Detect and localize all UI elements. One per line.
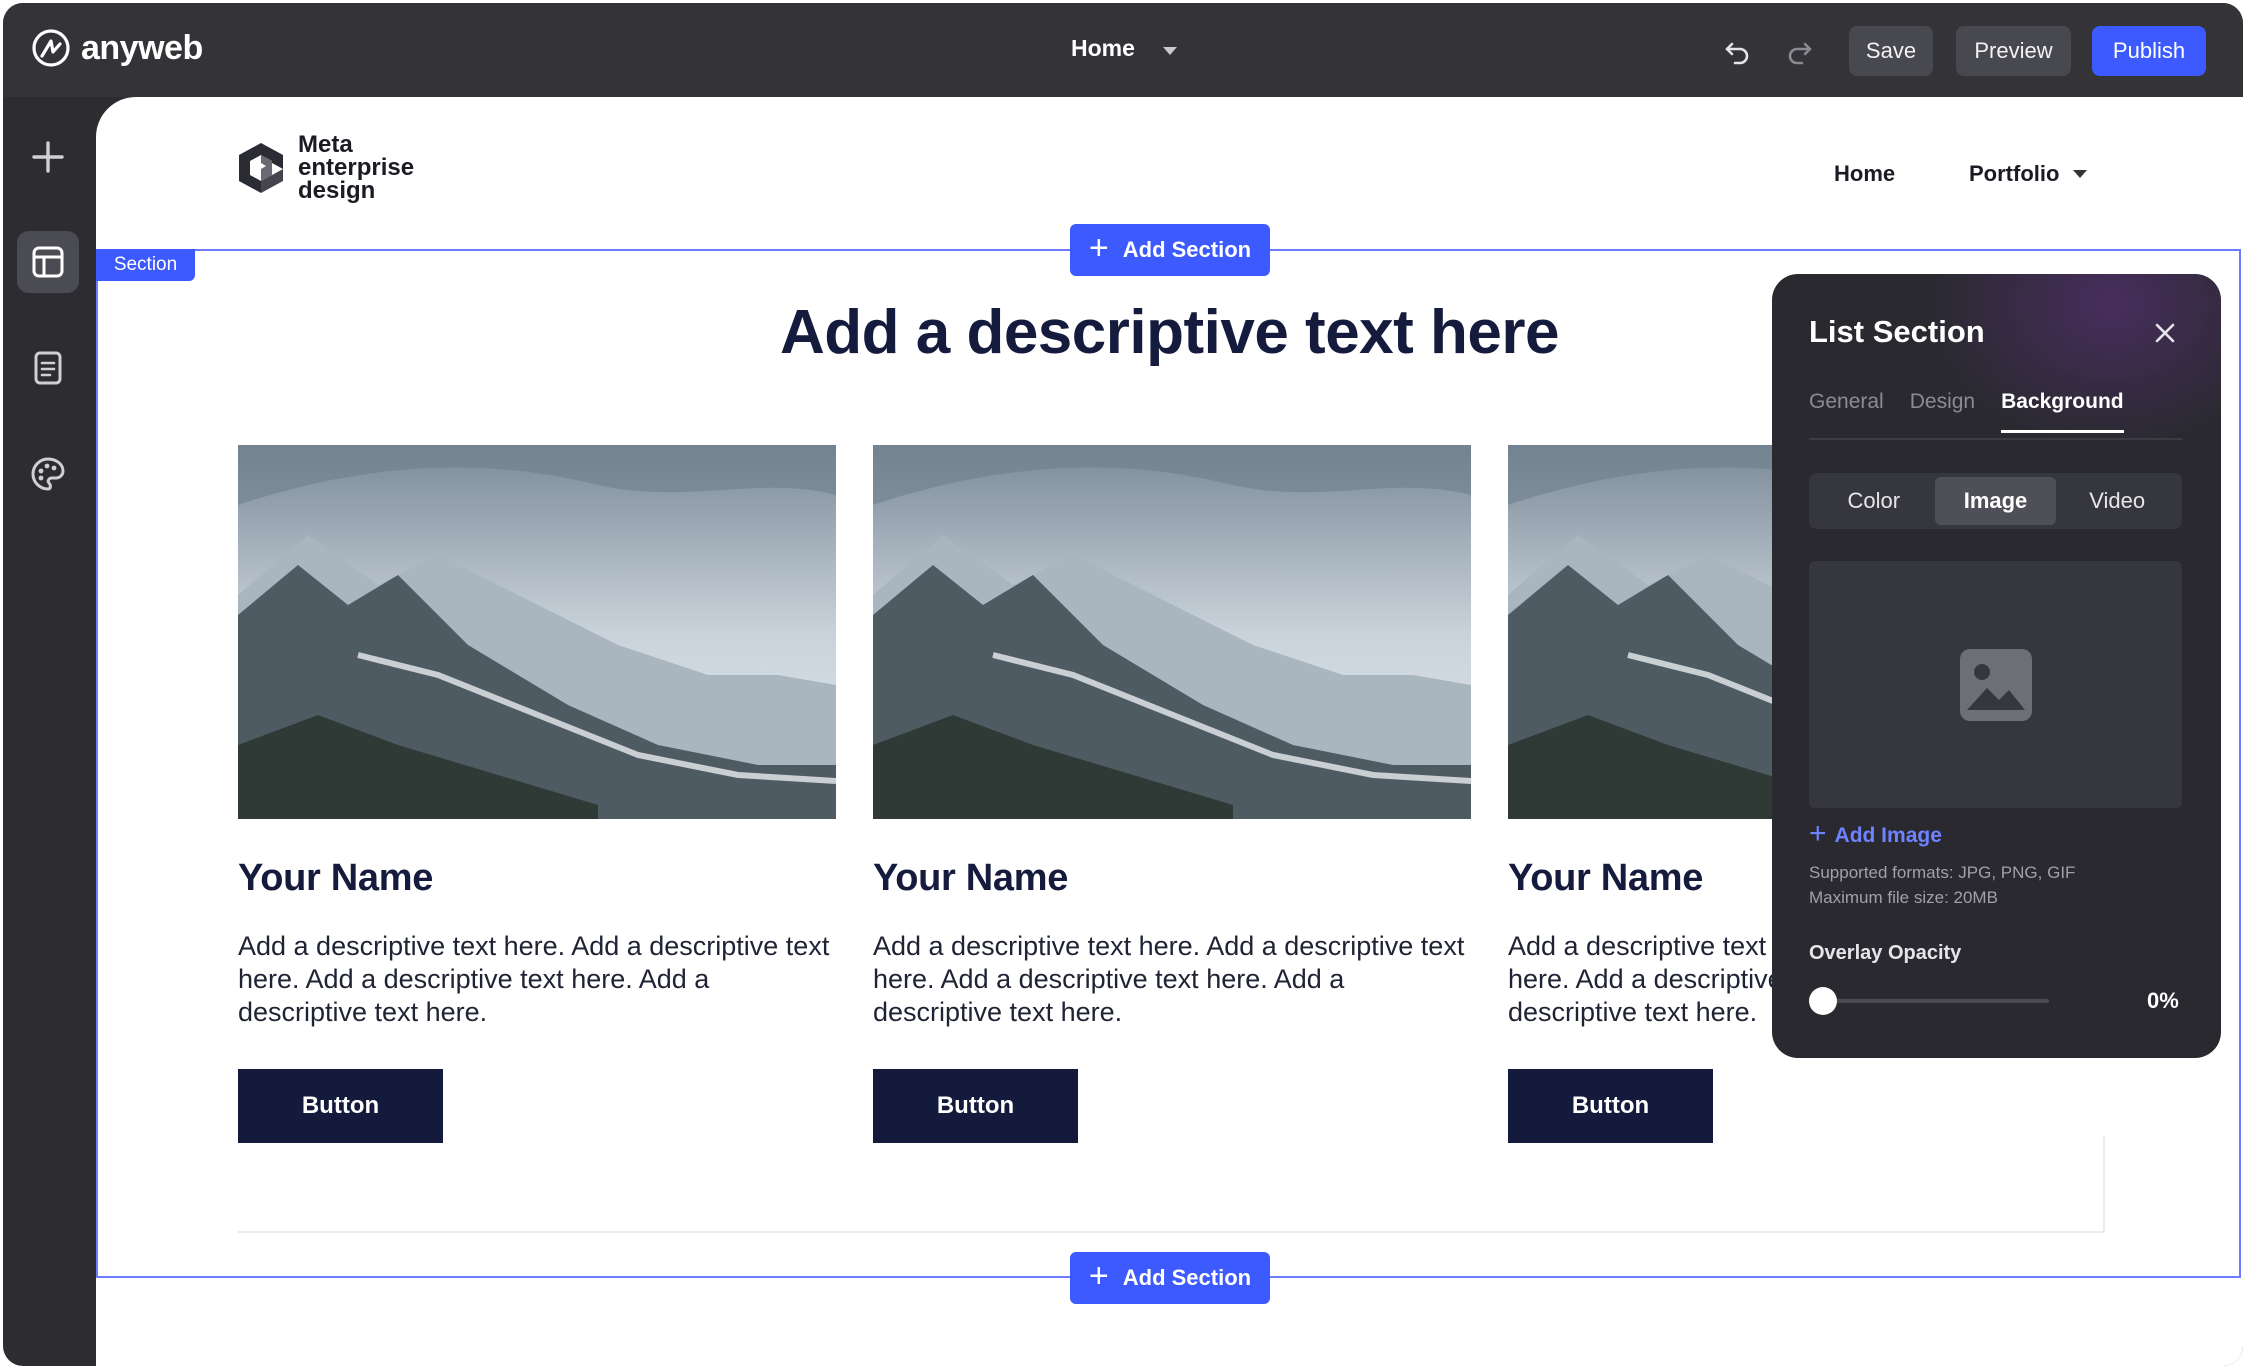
site-nav-home[interactable]: Home [1834, 161, 1895, 187]
mountain-image[interactable] [873, 445, 1471, 819]
site-nav-portfolio-label: Portfolio [1969, 161, 2060, 186]
card-button[interactable]: Button [873, 1069, 1078, 1143]
app-brand-name: anyweb [81, 28, 203, 67]
list-section-panel: List Section General Design Background C… [1772, 274, 2221, 1058]
image-placeholder-icon [1959, 648, 2032, 721]
image-dropzone[interactable] [1809, 561, 2182, 808]
page-icon [34, 351, 62, 385]
panel-title: List Section [1809, 314, 1985, 349]
overlay-opacity-label: Overlay Opacity [1809, 942, 1962, 964]
tab-background[interactable]: Background [2001, 390, 2124, 433]
overlay-opacity-value: 0% [2147, 988, 2179, 1013]
list-item-card[interactable]: Your Name Add a descriptive text here. A… [238, 445, 836, 1143]
card-button[interactable]: Button [238, 1069, 443, 1143]
rail-sections-button[interactable] [17, 231, 79, 293]
list-border [2103, 1137, 2105, 1233]
page-selector[interactable]: Home [1071, 35, 1177, 62]
top-bar: anyweb Home Save Preview Publish [3, 3, 2243, 97]
anyweb-logo-icon [32, 29, 70, 67]
rail-pages-button[interactable] [17, 337, 79, 399]
hexagon-logo-icon [239, 142, 283, 193]
tabs-divider [1809, 438, 2182, 440]
add-section-label: Add Section [1122, 237, 1252, 262]
file-size-line: Maximum file size: 20MB [1809, 888, 1998, 907]
rail-theme-button[interactable] [17, 443, 79, 505]
site-logo-line: Meta [298, 131, 353, 158]
add-section-button-top[interactable]: + Add Section [1070, 224, 1270, 276]
mountain-image[interactable] [238, 445, 836, 819]
background-type-toggle: Color Image Video [1809, 473, 2182, 529]
bg-type-color[interactable]: Color [1813, 477, 1935, 525]
formats-line: Supported formats: JPG, PNG, GIF [1809, 863, 2076, 882]
undo-icon[interactable] [1723, 35, 1753, 65]
close-icon[interactable] [2150, 318, 2180, 348]
preview-button[interactable]: Preview [1956, 26, 2071, 76]
card-text[interactable]: Add a descriptive text here. Add a descr… [873, 930, 1471, 1029]
section-tag[interactable]: Section [96, 249, 195, 281]
publish-button[interactable]: Publish [2092, 26, 2206, 76]
redo-icon[interactable] [1784, 35, 1814, 65]
plus-icon [32, 141, 64, 173]
site-logo[interactable]: Meta enterprise design [236, 131, 415, 204]
tab-design[interactable]: Design [1910, 390, 1975, 433]
panel-tabs: General Design Background [1809, 390, 2150, 433]
tab-general[interactable]: General [1809, 390, 1884, 433]
add-image-link[interactable]: + Add Image [1809, 817, 1942, 850]
overlay-opacity-slider[interactable] [1819, 999, 2049, 1003]
card-title[interactable]: Your Name [873, 857, 1471, 900]
plus-icon: + [1088, 1257, 1109, 1295]
save-button[interactable]: Save [1849, 26, 1933, 76]
layout-icon [32, 246, 64, 278]
plus-icon: + [1088, 229, 1109, 267]
card-title[interactable]: Your Name [238, 857, 836, 900]
page-canvas: Meta enterprise design Home Portfolio Se… [96, 97, 2243, 1366]
add-section-button-bottom[interactable]: + Add Section [1070, 1252, 1270, 1304]
supported-formats-text: Supported formats: JPG, PNG, GIF Maximum… [1809, 860, 2075, 910]
palette-icon [31, 457, 65, 491]
site-logo-line: design [298, 177, 376, 204]
add-section-label: Add Section [1122, 1265, 1252, 1290]
page-selector-label: Home [1071, 35, 1135, 61]
overlay-opacity-slider-handle[interactable] [1809, 987, 1837, 1015]
bg-type-video[interactable]: Video [2056, 477, 2178, 525]
list-item-card[interactable]: Your Name Add a descriptive text here. A… [873, 445, 1471, 1143]
add-image-label: Add Image [1834, 824, 1942, 847]
chevron-down-icon [2073, 170, 2088, 178]
list-divider [238, 1231, 2104, 1233]
plus-icon: + [1809, 817, 1827, 850]
card-button[interactable]: Button [1508, 1069, 1713, 1143]
rail-add-button[interactable] [17, 126, 79, 188]
card-text[interactable]: Add a descriptive text here. Add a descr… [238, 930, 836, 1029]
site-logo-line: enterprise [298, 154, 415, 181]
chevron-down-icon [1162, 46, 1177, 55]
editor-window: anyweb Home Save Preview Publish Meta en… [3, 3, 2243, 1366]
bg-type-image[interactable]: Image [1934, 477, 2057, 525]
app-logo[interactable]: anyweb [31, 28, 203, 68]
site-logo-text: Meta enterprise design [298, 131, 415, 204]
site-nav-portfolio[interactable]: Portfolio [1969, 161, 2088, 187]
